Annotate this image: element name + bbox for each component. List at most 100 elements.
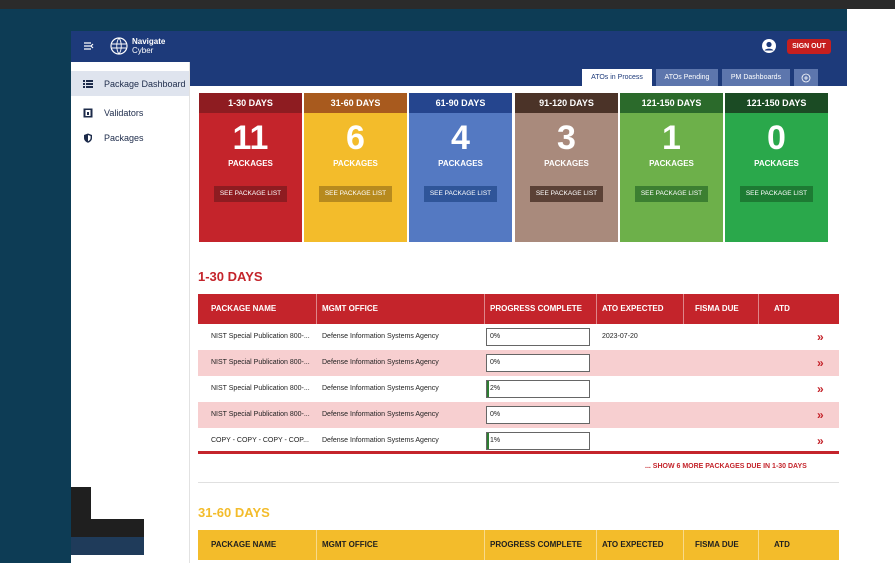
see-package-list-button[interactable]: SEE PACKAGE LIST bbox=[740, 186, 813, 202]
sidebar-item-packages[interactable]: Packages bbox=[71, 125, 189, 150]
col-ato-expected[interactable]: ATO EXPECTED bbox=[602, 530, 664, 560]
col-package-name[interactable]: PACKAGE NAME bbox=[211, 294, 276, 324]
card-label: PACKAGES bbox=[438, 159, 483, 168]
section-divider bbox=[198, 451, 839, 454]
package-name[interactable]: NIST Special Publication 800-... bbox=[211, 376, 310, 402]
col-progress-complete[interactable]: PROGRESS COMPLETE bbox=[490, 530, 582, 560]
list-icon bbox=[83, 79, 93, 89]
col-mgmt-office[interactable]: MGMT OFFICE bbox=[322, 294, 378, 324]
col-ato-expected[interactable]: ATO EXPECTED bbox=[602, 294, 664, 324]
add-tab-button[interactable] bbox=[794, 69, 818, 86]
card-range: 31-60 DAYS bbox=[304, 93, 407, 113]
sidebar-item-label: Packages bbox=[104, 132, 144, 143]
card-count: 6 bbox=[346, 119, 365, 157]
see-package-list-button[interactable]: SEE PACKAGE LIST bbox=[635, 186, 708, 202]
sidebar-item-label: Validators bbox=[104, 107, 144, 118]
table-row[interactable]: NIST Special Publication 800-... Defense … bbox=[198, 376, 839, 402]
col-atd[interactable]: ATD bbox=[774, 294, 790, 324]
tab-atos-in-process[interactable]: ATOs in Process bbox=[582, 69, 652, 86]
card-count: 1 bbox=[662, 119, 681, 157]
sign-out-button[interactable]: SIGN OUT bbox=[787, 39, 831, 54]
menu-collapse-icon[interactable] bbox=[83, 40, 95, 52]
progress-text: 0% bbox=[490, 333, 501, 340]
card-label: PACKAGES bbox=[649, 159, 694, 168]
logo-line1: Navigate bbox=[132, 37, 166, 46]
col-progress-complete[interactable]: PROGRESS COMPLETE bbox=[490, 294, 582, 324]
app-header: Navigate Cyber SIGN OUT bbox=[71, 31, 847, 62]
card-range: 121-150 DAYS bbox=[620, 93, 723, 113]
progress-text: 0% bbox=[490, 359, 501, 366]
app-window: Navigate Cyber SIGN OUT Package Dashboar… bbox=[71, 31, 847, 563]
main-content: ATOs in Process ATOs Pending PM Dashboar… bbox=[190, 62, 847, 563]
logo-line2: Cyber bbox=[132, 46, 154, 55]
progress-text: 0% bbox=[490, 411, 501, 418]
table-row[interactable]: NIST Special Publication 800-... Defense … bbox=[198, 402, 839, 428]
tab-atos-pending[interactable]: ATOs Pending bbox=[656, 69, 718, 86]
row-open-icon[interactable]: » bbox=[817, 350, 824, 376]
table-header-31-60: PACKAGE NAME MGMT OFFICE PROGRESS COMPLE… bbox=[198, 530, 839, 560]
row-open-icon[interactable]: » bbox=[817, 376, 824, 402]
col-mgmt-office[interactable]: MGMT OFFICE bbox=[322, 530, 378, 560]
progress-bar: 1% bbox=[486, 432, 590, 450]
card-range: 91-120 DAYS bbox=[515, 93, 618, 113]
package-name[interactable]: NIST Special Publication 800-... bbox=[211, 350, 310, 376]
col-atd[interactable]: ATD bbox=[774, 530, 790, 560]
status-card-121-150-second: 121-150 DAYS 0 PACKAGES SEE PACKAGE LIST bbox=[725, 93, 828, 242]
mgmt-office: Defense Information Systems Agency bbox=[322, 385, 439, 392]
card-label: PACKAGES bbox=[754, 159, 799, 168]
progress-bar: 0% bbox=[486, 354, 590, 372]
status-card-1-30: 1-30 DAYS 11 PACKAGES SEE PACKAGE LIST bbox=[199, 93, 302, 242]
section-title-31-60: 31-60 DAYS bbox=[198, 505, 270, 520]
mgmt-office: Defense Information Systems Agency bbox=[322, 333, 439, 340]
col-fisma-due[interactable]: FISMA DUE bbox=[695, 294, 739, 324]
sidebar-item-validators[interactable]: Validators bbox=[71, 100, 189, 125]
status-card-91-120: 91-120 DAYS 3 PACKAGES SEE PACKAGE LIST bbox=[515, 93, 618, 242]
col-package-name[interactable]: PACKAGE NAME bbox=[211, 530, 276, 560]
navigate-cyber-logo[interactable]: Navigate Cyber bbox=[109, 36, 165, 56]
ato-expected: 2023-07-20 bbox=[602, 333, 638, 340]
section-title-1-30: 1-30 DAYS bbox=[198, 269, 263, 284]
shield-icon bbox=[83, 133, 93, 143]
table-row[interactable]: NIST Special Publication 800-... Defense … bbox=[198, 324, 839, 350]
card-count: 4 bbox=[451, 119, 470, 157]
overlay-block bbox=[71, 487, 91, 537]
user-account-icon[interactable] bbox=[761, 38, 777, 54]
show-more-link[interactable]: ... SHOW 6 MORE PACKAGES DUE IN 1-30 DAY… bbox=[645, 463, 807, 470]
row-open-icon[interactable]: » bbox=[817, 324, 824, 350]
sidebar-item-label: Package Dashboard bbox=[104, 78, 186, 89]
screen-right-background bbox=[847, 9, 895, 563]
sidebar-item-package-dashboard[interactable]: Package Dashboard bbox=[71, 71, 189, 96]
table-header-1-30: PACKAGE NAME MGMT OFFICE PROGRESS COMPLE… bbox=[198, 294, 839, 324]
progress-bar: 0% bbox=[486, 328, 590, 346]
overlay-block bbox=[91, 519, 144, 537]
overlay-block bbox=[71, 537, 144, 555]
progress-text: 2% bbox=[490, 385, 501, 392]
status-card-31-60: 31-60 DAYS 6 PACKAGES SEE PACKAGE LIST bbox=[304, 93, 407, 242]
see-package-list-button[interactable]: SEE PACKAGE LIST bbox=[214, 186, 287, 202]
see-package-list-button[interactable]: SEE PACKAGE LIST bbox=[530, 186, 603, 202]
screen-top-bar bbox=[0, 0, 895, 9]
screen-left-edge bbox=[0, 9, 10, 563]
table-row[interactable]: NIST Special Publication 800-... Defense … bbox=[198, 350, 839, 376]
plus-circle-icon bbox=[801, 73, 811, 83]
see-package-list-button[interactable]: SEE PACKAGE LIST bbox=[319, 186, 392, 202]
logo-globe-icon bbox=[110, 37, 128, 55]
card-range: 1-30 DAYS bbox=[199, 93, 302, 113]
row-open-icon[interactable]: » bbox=[817, 402, 824, 428]
mgmt-office: Defense Information Systems Agency bbox=[322, 411, 439, 418]
card-range: 121-150 DAYS bbox=[725, 93, 828, 113]
card-label: PACKAGES bbox=[544, 159, 589, 168]
progress-text: 1% bbox=[490, 437, 501, 444]
card-label: PACKAGES bbox=[228, 159, 273, 168]
status-card-121-150: 121-150 DAYS 1 PACKAGES SEE PACKAGE LIST bbox=[620, 93, 723, 242]
tab-pm-dashboards[interactable]: PM Dashboards bbox=[722, 69, 790, 86]
card-count: 0 bbox=[767, 119, 786, 157]
mgmt-office: Defense Information Systems Agency bbox=[322, 359, 439, 366]
package-name[interactable]: NIST Special Publication 800-... bbox=[211, 324, 310, 350]
card-range: 61-90 DAYS bbox=[409, 93, 512, 113]
see-package-list-button[interactable]: SEE PACKAGE LIST bbox=[424, 186, 497, 202]
package-name[interactable]: NIST Special Publication 800-... bbox=[211, 402, 310, 428]
col-fisma-due[interactable]: FISMA DUE bbox=[695, 530, 739, 560]
progress-bar: 2% bbox=[486, 380, 590, 398]
card-count: 11 bbox=[232, 119, 269, 157]
